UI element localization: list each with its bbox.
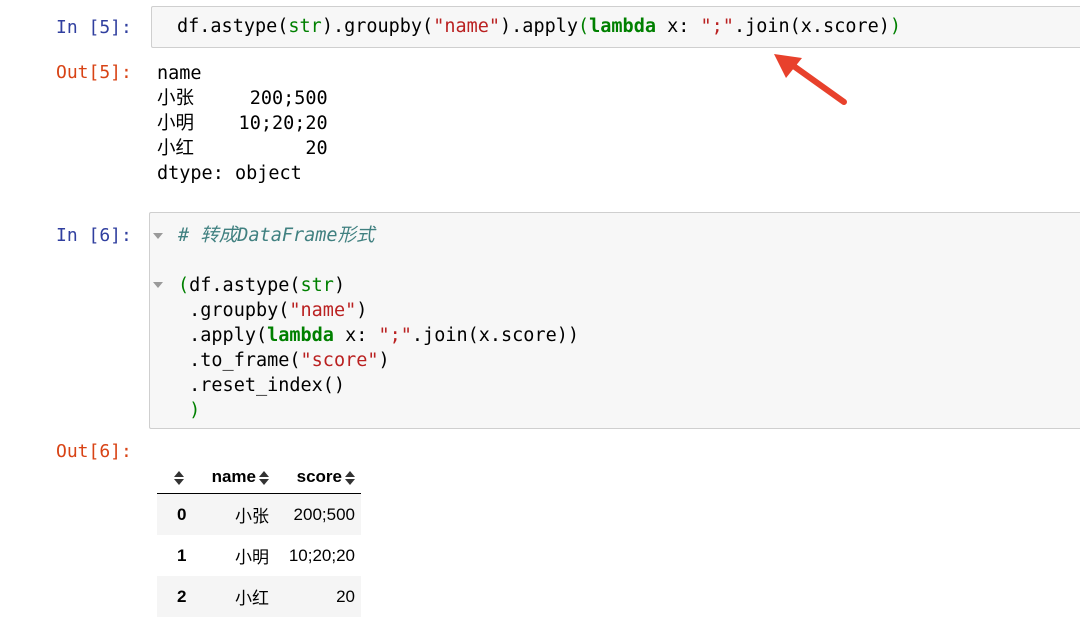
- table-row: 1 小明 10;20;20: [157, 535, 361, 576]
- out6-prompt: Out[6]:: [56, 441, 132, 462]
- code-token: ): [178, 400, 201, 421]
- column-header-score[interactable]: score: [275, 467, 361, 487]
- in5-code-line: df.astype(str).groupby("name").apply(lam…: [177, 14, 901, 39]
- row-index: 2: [177, 586, 187, 606]
- code-token: "name": [433, 16, 501, 37]
- annotation-arrow-icon: [774, 54, 847, 105]
- code-token: x:: [655, 16, 701, 37]
- code-token: .groupby(: [178, 300, 290, 321]
- code-token: .reset_index(): [178, 375, 346, 396]
- code-comment-line: # 转成DataFrame形式: [178, 223, 579, 248]
- in5-prompt: In [5]:: [56, 17, 132, 38]
- dataframe-table: name score 0 小张 200;500 1 小明 10;20;20 2 …: [157, 461, 361, 617]
- column-header-name[interactable]: name: [193, 467, 275, 487]
- code-token: ): [378, 350, 390, 371]
- code-token: ): [333, 275, 346, 296]
- code-token: .join(x.score)): [411, 325, 579, 346]
- code-token: .to_frame(: [178, 350, 301, 371]
- code-token: "score": [300, 350, 379, 371]
- cell-score: 10;20;20: [288, 545, 355, 565]
- sort-icon[interactable]: [345, 470, 355, 485]
- code-comment: # 转成DataFrame形式: [178, 225, 375, 246]
- code-token: df.astype(: [189, 275, 301, 296]
- output-line: name: [157, 63, 202, 84]
- fold-arrow-icon[interactable]: [153, 233, 163, 239]
- column-header-label: score: [296, 467, 342, 486]
- fold-arrow-icon[interactable]: [153, 282, 163, 288]
- code-token: str: [300, 275, 334, 296]
- output-line: dtype: object: [157, 163, 302, 184]
- index-header[interactable]: [157, 467, 193, 487]
- sort-icon[interactable]: [259, 470, 269, 485]
- output-line: 小红 20: [157, 138, 328, 159]
- in6-code-block: # 转成DataFrame形式 (df.astype(str) .groupby…: [178, 223, 579, 423]
- code-line: (df.astype(str): [178, 273, 579, 298]
- column-header-label: name: [211, 467, 256, 486]
- code-token: ): [356, 300, 368, 321]
- row-index: 0: [177, 504, 187, 524]
- sort-icon[interactable]: [174, 470, 184, 485]
- table-row: 0 小张 200;500: [157, 494, 361, 535]
- in6-prompt: In [6]:: [56, 225, 132, 246]
- code-token: ): [889, 16, 902, 37]
- code-token: (: [178, 275, 190, 296]
- code-line: .apply(lambda x: ";".join(x.score)): [178, 323, 579, 348]
- code-token: .apply(: [178, 325, 268, 346]
- output-line: 小张 200;500: [157, 88, 328, 109]
- table-row: 2 小红 20: [157, 576, 361, 617]
- row-index: 1: [177, 545, 187, 565]
- code-token: ).apply: [500, 16, 578, 37]
- table-header: name score: [157, 461, 361, 494]
- out5-output: name 小张 200;500 小明 10;20;20 小红 20 dtype: obj…: [157, 61, 328, 186]
- in6-code-editor[interactable]: # 转成DataFrame形式 (df.astype(str) .groupby…: [149, 212, 1080, 429]
- code-token: x:: [333, 325, 379, 346]
- code-line: .to_frame("score"): [178, 348, 579, 373]
- code-token: ";": [700, 16, 734, 37]
- code-line: .reset_index(): [178, 373, 579, 398]
- code-token: (: [578, 16, 590, 37]
- in5-code-editor[interactable]: df.astype(str).groupby("name").apply(lam…: [151, 6, 1080, 48]
- code-token: "name": [289, 300, 357, 321]
- code-token: lambda: [589, 16, 656, 37]
- out5-prompt: Out[5]:: [56, 62, 132, 83]
- code-token: df.astype(: [177, 16, 289, 37]
- cell-name: 小张: [235, 507, 269, 526]
- cell-score: 200;500: [293, 504, 355, 524]
- code-line: ): [178, 398, 579, 423]
- code-token: ).groupby(: [321, 16, 434, 37]
- code-token: ";": [378, 325, 412, 346]
- cell-name: 小红: [235, 589, 269, 608]
- output-line: 小明 10;20;20: [157, 113, 328, 134]
- code-line: .groupby("name"): [178, 298, 579, 323]
- code-token: lambda: [267, 325, 334, 346]
- code-token: .join(x.score): [733, 16, 890, 37]
- cell-score: 20: [336, 586, 355, 606]
- code-token: str: [288, 16, 322, 37]
- cell-name: 小明: [235, 548, 269, 567]
